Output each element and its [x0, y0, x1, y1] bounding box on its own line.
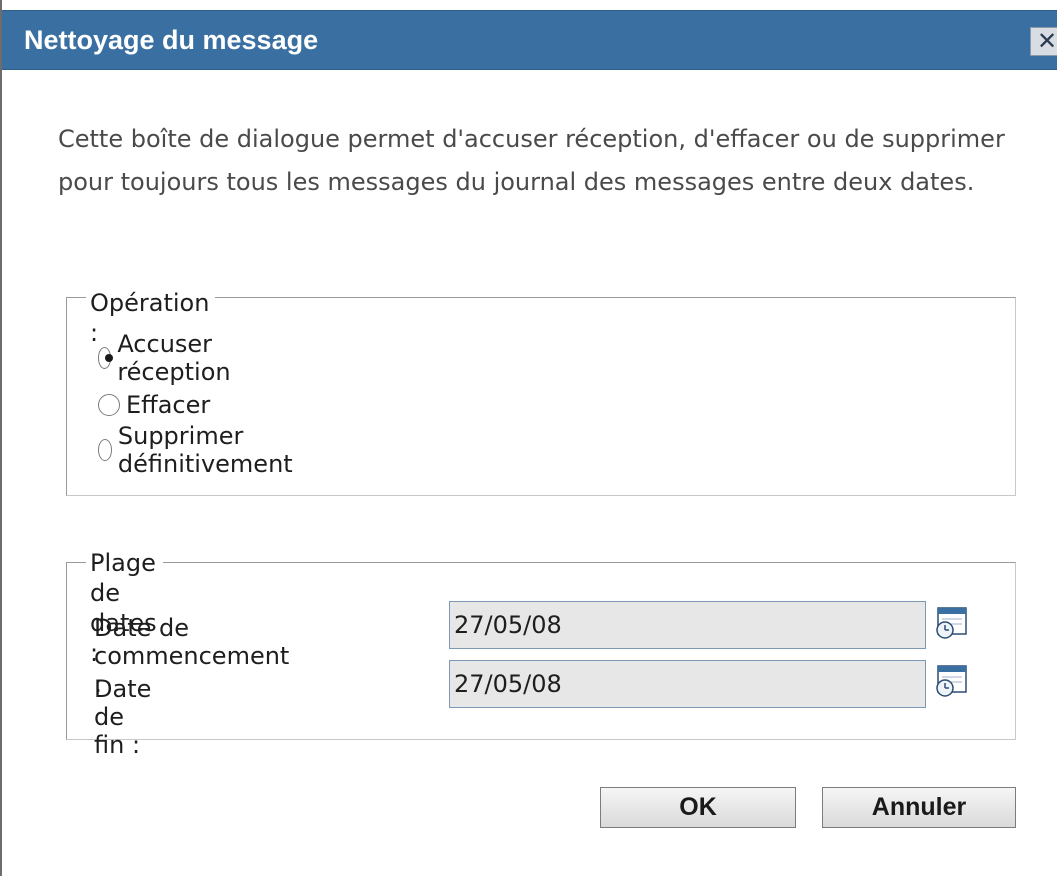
- radio-label: Accuser réception: [117, 330, 231, 386]
- radio-label: Supprimer définitivement: [117, 422, 293, 478]
- calendar-clock-icon: [936, 665, 967, 697]
- radio-button[interactable]: [98, 394, 120, 416]
- message-cleanup-dialog: Nettoyage du message ✕ Cette boîte de di…: [0, 0, 1057, 876]
- start-date-calendar-button[interactable]: [934, 606, 968, 640]
- radio-supprimer-definitivement[interactable]: Supprimer définitivement: [98, 422, 301, 478]
- radio-button-checked[interactable]: [98, 347, 114, 369]
- end-date-field[interactable]: [449, 660, 926, 708]
- radio-button[interactable]: [98, 439, 112, 461]
- dialog-title: Nettoyage du message: [24, 25, 319, 55]
- intro-text: Cette boîte de dialogue permet d'accuser…: [58, 125, 1005, 196]
- calendar-clock-icon: [936, 607, 967, 639]
- close-button[interactable]: ✕: [1030, 27, 1057, 56]
- close-icon: ✕: [1037, 27, 1057, 55]
- end-date-calendar-button[interactable]: [934, 664, 968, 698]
- radio-effacer[interactable]: Effacer: [98, 387, 210, 423]
- start-date-field[interactable]: [449, 601, 926, 649]
- ok-button[interactable]: OK: [600, 787, 796, 828]
- dialog-titlebar: Nettoyage du message ✕: [2, 10, 1057, 70]
- radio-accuser-reception[interactable]: Accuser réception: [98, 330, 239, 386]
- end-date-label: Date de fin :: [94, 675, 152, 759]
- radio-label: Effacer: [126, 391, 211, 419]
- cancel-button[interactable]: Annuler: [822, 787, 1016, 828]
